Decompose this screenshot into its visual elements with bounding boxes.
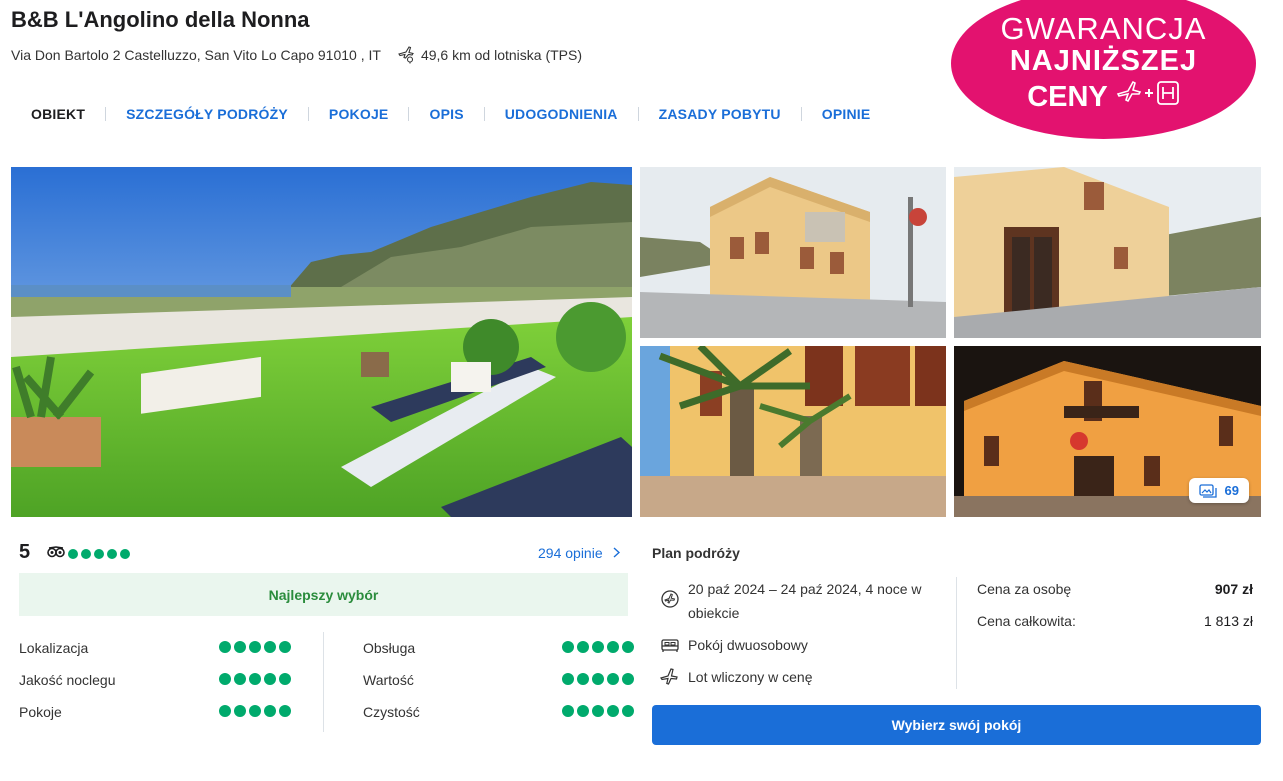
flight-plus-hotel-icon: [1116, 78, 1180, 116]
rating-dot: [622, 705, 634, 717]
rating-dot: [234, 705, 246, 717]
plan-price-divider: [956, 577, 957, 689]
rating-dot: [249, 705, 261, 717]
rating-category-dots: [562, 641, 634, 653]
rating-category-label: Lokalizacja: [19, 640, 89, 656]
rating-dot: [279, 673, 291, 685]
trip-dates-text: 20 paź 2024 – 24 paź 2024, 4 noce w obie…: [688, 581, 922, 621]
price-per-person-value: 907 zł: [1214, 581, 1253, 597]
rating-dot: [68, 549, 78, 559]
rating-dot: [577, 673, 589, 685]
rating-category-label: Pokoje: [19, 704, 62, 720]
rating-dot: [81, 549, 91, 559]
rating-dot: [577, 705, 589, 717]
trip-flight-text: Lot wliczony w cenę: [688, 669, 813, 685]
rating-dot: [562, 641, 574, 653]
plane-icon: [660, 667, 680, 687]
rating-dot: [234, 641, 246, 653]
rating-dot: [264, 641, 276, 653]
photo-palm-trees[interactable]: [640, 346, 946, 517]
rating-dot: [279, 705, 291, 717]
gallery-count-button[interactable]: 69: [1188, 478, 1249, 503]
tab-pokoje[interactable]: POKOJE: [309, 106, 409, 122]
bed-icon: [660, 635, 680, 655]
rating-category-label: Wartość: [363, 672, 414, 688]
best-choice-banner: Najlepszy wybór: [19, 573, 628, 616]
badge-line-3-row: CENY: [951, 78, 1256, 116]
review-score: 5: [19, 541, 31, 563]
gallery-count: 69: [1224, 483, 1239, 498]
rating-dot: [219, 705, 231, 717]
airport-distance: 49,6 km od lotniska (TPS): [420, 47, 582, 63]
rating-dot: [264, 705, 276, 717]
rating-category-dots: [219, 705, 291, 717]
tab-szczegoly-podrozy[interactable]: SZCZEGÓŁY PODRÓŻY: [106, 106, 308, 122]
trip-room-text: Pokój dwuosobowy: [688, 637, 808, 653]
tab-udogodnienia[interactable]: UDOGODNIENIA: [485, 106, 638, 122]
rating-dot: [120, 549, 130, 559]
choose-room-button[interactable]: Wybierz swój pokój: [652, 705, 1261, 745]
trip-flight: Lot wliczony w cenę: [660, 665, 813, 689]
price-total-value: 1 813 zł: [1203, 613, 1253, 629]
tab-obiekt[interactable]: OBIEKT: [11, 106, 105, 122]
badge-line-2: NAJNIŻSZEJ: [1009, 45, 1198, 77]
rating-category-label: Obsługa: [363, 640, 416, 656]
rating-dot: [249, 641, 261, 653]
main-photo-terrace[interactable]: [11, 167, 632, 517]
rating-dot: [607, 705, 619, 717]
tripadvisor-rating: [47, 545, 130, 563]
rating-dot: [577, 641, 589, 653]
rating-category-dots: [562, 673, 634, 685]
rating-dot: [592, 673, 604, 685]
rating-dot: [234, 673, 246, 685]
rating-dot: [94, 549, 104, 559]
trip-room: Pokój dwuosobowy: [660, 633, 808, 657]
hotel-name: B&B L'Angolino della Nonna: [11, 7, 310, 32]
rating-dot: [249, 673, 261, 685]
tripadvisor-owl-icon: [47, 545, 65, 563]
gallery-icon: [1198, 483, 1217, 498]
tab-opis[interactable]: OPIS: [409, 106, 483, 122]
reviews-count-link[interactable]: 294 opinie: [538, 545, 620, 561]
photo-building-front[interactable]: [640, 167, 946, 338]
rating-category-dots: [219, 641, 291, 653]
rating-dot: [219, 673, 231, 685]
rating-category-label: Czystość: [363, 704, 420, 720]
rating-category-dots: [219, 673, 291, 685]
rating-category-label: Jakość noclegu: [19, 672, 116, 688]
lowest-price-guarantee-badge: GWARANCJA NAJNIŻSZEJ CENY: [951, 0, 1256, 139]
hotel-address: Via Don Bartolo 2 Castelluzzo, San Vito …: [11, 47, 381, 63]
rating-dot: [562, 673, 574, 685]
chevron-right-icon: [613, 545, 620, 561]
tab-opinie[interactable]: OPINIE: [802, 106, 891, 122]
rating-dot: [219, 641, 231, 653]
reviews-count-text: 294 opinie: [538, 545, 603, 561]
rating-dot: [607, 673, 619, 685]
rating-dot: [592, 705, 604, 717]
address-row: Via Don Bartolo 2 Castelluzzo, San Vito …: [11, 46, 582, 64]
tab-zasady-pobytu[interactable]: ZASADY POBYTU: [639, 106, 801, 122]
ratings-divider: [323, 632, 324, 732]
airport-distance-icon: [397, 46, 415, 64]
trip-plan-title: Plan podróży: [652, 545, 740, 561]
rating-dot: [622, 673, 634, 685]
badge-line-1: GWARANCJA: [1000, 11, 1207, 46]
rating-dot: [607, 641, 619, 653]
rating-dot: [107, 549, 117, 559]
calendar-plane-icon: [660, 589, 680, 609]
rating-dot: [279, 641, 291, 653]
badge-line-3: CENY: [1027, 80, 1108, 113]
rating-category-dots: [562, 705, 634, 717]
price-total-label: Cena całkowita:: [977, 613, 1076, 629]
trip-dates: 20 paź 2024 – 24 paź 2024, 4 noce w obie…: [660, 577, 950, 625]
rating-dot: [264, 673, 276, 685]
rating-dot: [622, 641, 634, 653]
rating-dot: [562, 705, 574, 717]
price-per-person-label: Cena za osobę: [977, 581, 1072, 597]
section-nav: OBIEKT SZCZEGÓŁY PODRÓŻY POKOJE OPIS UDO…: [11, 106, 890, 122]
photo-building-night[interactable]: 69: [954, 346, 1261, 517]
rating-dot: [592, 641, 604, 653]
photo-building-entrance[interactable]: [954, 167, 1261, 338]
